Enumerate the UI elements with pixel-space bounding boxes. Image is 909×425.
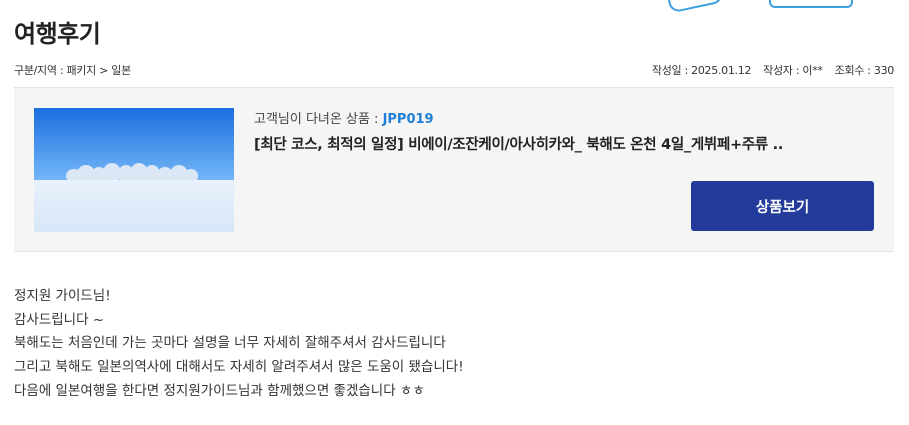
product-label: 고객님이 다녀온 상품 : JPP019: [254, 108, 434, 127]
post-date: 작성일 : 2025.01.12: [651, 64, 752, 77]
decorative-shape: [666, 0, 724, 14]
page-title: 여행후기: [14, 20, 101, 48]
review-line: 그리고 북해도 일본의역사에 대해서도 자세히 알려주셔서 많은 도움이 됐습니…: [14, 359, 464, 376]
product-card: 고객님이 다녀온 상품 : JPP019 [최단 코스, 최적의 일정] 비에이…: [14, 87, 894, 252]
post-stats: 작성일 : 2025.01.12 작성자 : 이** 조회수 : 330: [652, 62, 894, 78]
view-count: 조회수 : 330: [834, 64, 895, 77]
review-line: 정지원 가이드님!: [14, 288, 111, 304]
review-line: 다음에 일본여행을 한다면 정지원가이드님과 함께했으면 좋겠습니다 ㅎㅎ: [14, 382, 425, 399]
review-line: 감사드립니다 ~: [14, 311, 105, 328]
post-author: 작성자 : 이**: [763, 64, 823, 77]
decorative-shape: [769, 0, 853, 8]
category-path: 구분/지역 : 패키지 > 일본: [14, 64, 131, 77]
review-content: 정지원 가이드님! 감사드립니다 ~ 북해도는 처음인데 가는 곳마다 설명을 …: [14, 285, 894, 404]
product-label-prefix: 고객님이 다녀온 상품 :: [254, 112, 383, 127]
product-thumbnail[interactable]: [34, 108, 234, 232]
view-product-button[interactable]: 상품보기: [691, 181, 874, 231]
product-code: JPP019: [382, 112, 434, 127]
review-line: 북해도는 처음인데 가는 곳마다 설명을 너무 자세히 잘해주셔서 감사드립니다: [14, 335, 446, 352]
product-name[interactable]: [최단 코스, 최적의 일정] 비에이/조잔케이/아사히카와_ 북해도 온천 4…: [254, 133, 854, 154]
post-meta: 구분/지역 : 패키지 > 일본 작성일 : 2025.01.12 작성자 : …: [14, 62, 894, 78]
